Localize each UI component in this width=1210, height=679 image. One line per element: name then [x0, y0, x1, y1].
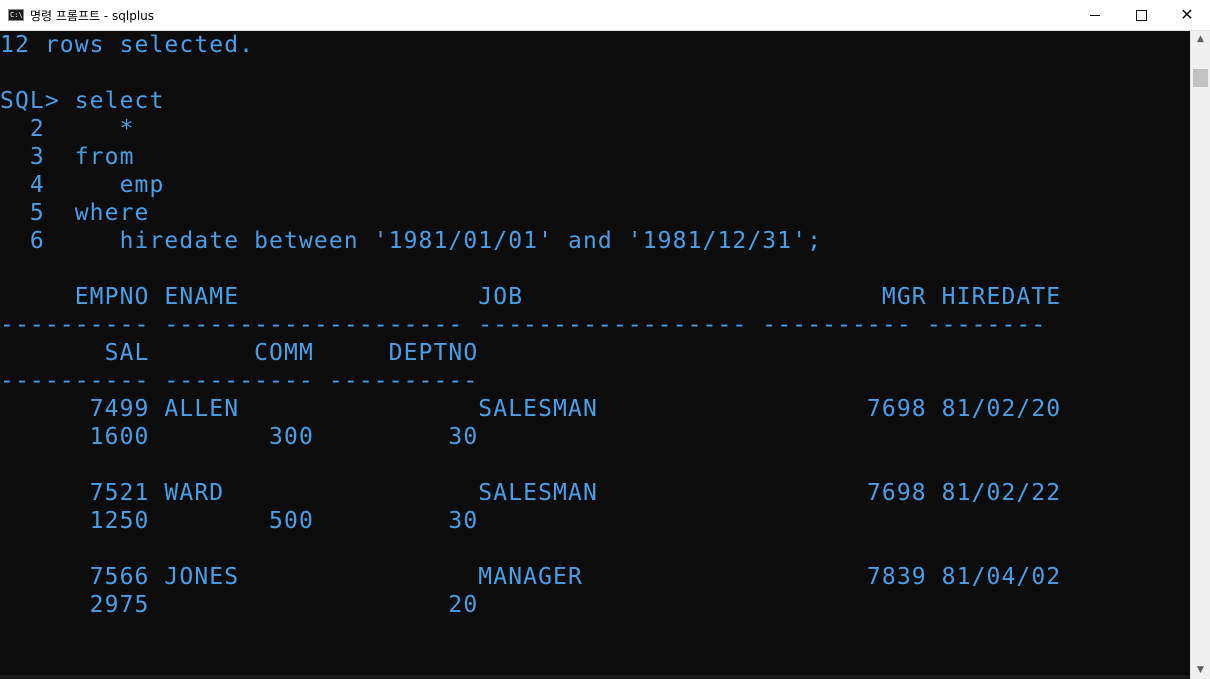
cmd-app-icon: C:\: [8, 9, 24, 21]
console-line: 3 from: [0, 144, 135, 170]
console-output[interactable]: 12 rows selected. SQL> select 2 * 3 from…: [0, 31, 1190, 675]
console-line: 6 hiredate between '1981/01/01' and '198…: [0, 228, 823, 254]
result-row-line: 7521 WARD SALESMAN 7698 81/02/22: [0, 480, 1062, 506]
window-bottom-edge: [0, 675, 1190, 679]
result-row-line: 2975 20: [0, 592, 479, 618]
column-header-line: SAL COMM DEPTNO: [0, 340, 479, 366]
vertical-scrollbar[interactable]: ▲ ▼: [1190, 31, 1210, 679]
maximize-button[interactable]: [1118, 0, 1164, 30]
result-row-line: 1250 500 30: [0, 508, 479, 534]
console-line: 12 rows selected.: [0, 32, 255, 58]
window-title: 명령 프롬프트 - sqlplus: [30, 9, 155, 23]
console-line: 4 emp: [0, 172, 165, 198]
console-line: SQL> select: [0, 88, 165, 114]
minimize-button[interactable]: [1072, 0, 1118, 30]
scroll-down-arrow-icon[interactable]: ▼: [1191, 662, 1210, 679]
close-button[interactable]: ✕: [1164, 0, 1210, 30]
console-line: 5 where: [0, 200, 150, 226]
column-separator-line: ---------- ---------- ----------: [0, 368, 479, 394]
result-row-line: 7566 JONES MANAGER 7839 81/04/02: [0, 564, 1062, 590]
result-row-line: 1600 300 30: [0, 424, 479, 450]
column-header-line: EMPNO ENAME JOB MGR HIREDATE: [0, 284, 1062, 310]
scrollbar-thumb[interactable]: [1193, 69, 1208, 87]
console-line: 2 *: [0, 116, 135, 142]
column-separator-line: ---------- -------------------- --------…: [0, 312, 1047, 338]
scroll-up-arrow-icon[interactable]: ▲: [1191, 31, 1210, 48]
result-row-line: 7499 ALLEN SALESMAN 7698 81/02/20: [0, 396, 1062, 422]
title-bar: C:\ 명령 프롬프트 - sqlplus ✕: [0, 0, 1210, 31]
